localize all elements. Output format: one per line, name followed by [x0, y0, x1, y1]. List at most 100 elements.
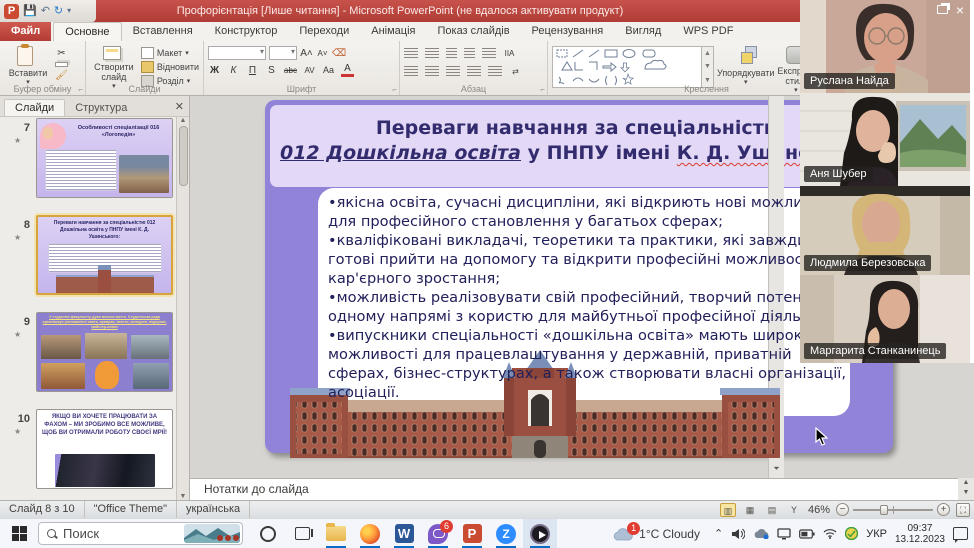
bullets-icon[interactable] [404, 48, 418, 59]
paragraph-dialog-launcher[interactable]: ⌐ [540, 85, 545, 94]
reset-button[interactable]: Відновити [141, 61, 199, 73]
bold-icon[interactable]: Ж [208, 64, 221, 77]
scroll-down-icon[interactable]: ▼ [180, 493, 187, 500]
zoom-out-icon[interactable]: − [836, 503, 849, 516]
notes-pane[interactable]: Нотатки до слайда [190, 478, 958, 500]
file-explorer-button[interactable] [319, 519, 353, 548]
paste-button[interactable]: Вставити▾ [4, 44, 52, 82]
scroll-thumb[interactable] [179, 126, 188, 186]
firefox-button[interactable] [353, 519, 387, 548]
change-case-icon[interactable]: Aa [322, 64, 335, 77]
zoom-button[interactable]: Z [489, 519, 523, 548]
zoom-level[interactable]: 46% [808, 504, 830, 516]
ribbon-tab-animations[interactable]: Анімація [360, 22, 426, 41]
fit-to-window-icon[interactable]: ⛶ [956, 503, 970, 517]
tab-slides[interactable]: Слайди [4, 99, 65, 116]
ribbon-tab-review[interactable]: Рецензування [521, 22, 615, 41]
wifi-icon[interactable] [823, 528, 837, 539]
battery-icon[interactable] [799, 529, 815, 539]
font-size-select[interactable] [269, 46, 297, 60]
clear-formatting-icon[interactable]: ⌫ [332, 47, 346, 60]
tab-outline[interactable]: Структура [65, 100, 137, 116]
italic-icon[interactable]: К [227, 64, 240, 77]
font-color-icon[interactable]: A [341, 64, 354, 77]
slide-sorter-icon[interactable]: ▦ [742, 503, 758, 517]
weather-widget[interactable]: 1 1°C Cloudy [608, 526, 704, 542]
word-button[interactable]: W [387, 519, 421, 548]
zoom-slider[interactable]: − + [836, 503, 950, 516]
powerpoint-logo-icon[interactable]: P [4, 4, 19, 19]
layout-button[interactable]: Макет▾ [141, 47, 199, 59]
align-right-icon[interactable] [446, 66, 460, 77]
arrange-button[interactable]: Упорядкувати▾ [717, 44, 774, 82]
viber-button[interactable]: 6 [421, 519, 455, 548]
language-indicator[interactable]: українська [177, 501, 250, 518]
ribbon-tab-insert[interactable]: Вставлення [122, 22, 204, 41]
grow-font-icon[interactable]: A˄ [300, 47, 313, 60]
character-spacing-icon[interactable]: AV [303, 64, 316, 77]
close-icon[interactable]: × [956, 5, 964, 15]
volume-icon[interactable] [731, 528, 745, 540]
panel-close-icon[interactable]: ✕ [175, 100, 184, 113]
slide-8-thumbnail[interactable]: Переваги навчання за спеціальністю 012 Д… [36, 215, 173, 295]
onedrive-icon[interactable] [753, 528, 769, 539]
display-icon[interactable] [777, 528, 791, 540]
video-tile-4[interactable]: Маргарита Станканинець [800, 275, 970, 363]
ribbon-tab-wpspdf[interactable]: WPS PDF [672, 22, 744, 41]
search-highlight-image[interactable] [184, 524, 240, 543]
slide-bullets[interactable]: •якісна освіта, сучасні дисципліни, які … [328, 194, 852, 403]
convert-smartart-icon[interactable]: ⇄ [509, 65, 522, 78]
slide-title-box[interactable]: Переваги навчання за спеціальністю 012 Д… [270, 105, 888, 187]
cut-icon[interactable]: ✂ [55, 47, 68, 60]
strikethrough-icon[interactable]: abc [284, 64, 297, 77]
notes-scrollbar[interactable]: ▲▼ [958, 478, 974, 500]
save-icon[interactable]: 💾 [23, 4, 37, 18]
cortana-button[interactable] [251, 519, 285, 548]
gallery-view-icon[interactable] [937, 5, 948, 14]
zoom-in-icon[interactable]: + [937, 503, 950, 516]
powerpoint-button[interactable]: P [455, 519, 489, 548]
redo-icon[interactable]: ↻ [54, 4, 63, 18]
slides-panel-scrollbar[interactable]: ▲ ▼ [176, 117, 189, 500]
slide-10-thumbnail[interactable]: ЯКЩО ВИ ХОЧЕТЕ ПРАЦЮВАТИ ЗА ФАХОМ – МИ З… [36, 409, 173, 489]
shadow-icon[interactable]: S [265, 64, 278, 77]
tray-expand-icon[interactable]: ⌃ [714, 527, 723, 540]
normal-view-icon[interactable]: ▥ [720, 503, 736, 517]
start-button[interactable] [0, 519, 38, 548]
video-tile-3[interactable]: Людмила Березовська [800, 186, 970, 275]
task-view-button[interactable] [285, 519, 319, 548]
shapes-gallery[interactable] [552, 46, 702, 88]
undo-icon[interactable]: ↶ [41, 4, 50, 18]
line-spacing-icon[interactable] [482, 48, 496, 59]
justify-icon[interactable] [467, 66, 481, 77]
video-tile-2[interactable]: Аня Шубер [800, 93, 970, 186]
ribbon-tab-slideshow[interactable]: Показ слайдів [426, 22, 520, 41]
video-tile-1[interactable]: × Руслана Найда [800, 0, 970, 93]
antivirus-icon[interactable] [845, 527, 858, 540]
align-left-icon[interactable] [404, 66, 418, 77]
slide-9-thumbnail[interactable]: У студентів факультету дуже весело життя… [36, 312, 173, 392]
decrease-indent-icon[interactable] [446, 48, 457, 59]
underline-icon[interactable]: П [246, 64, 259, 77]
zoom-slider-thumb[interactable] [880, 505, 888, 515]
keyboard-language[interactable]: УКР [866, 528, 887, 540]
action-center-icon[interactable] [953, 527, 968, 540]
font-name-select[interactable] [208, 46, 266, 60]
numbering-icon[interactable] [425, 48, 439, 59]
ribbon-tab-home[interactable]: Основне [53, 22, 121, 41]
current-slide[interactable]: Переваги навчання за спеціальністю 012 Д… [265, 100, 893, 453]
text-direction-icon[interactable]: ІІА [503, 47, 516, 60]
shrink-font-icon[interactable]: A˅ [316, 47, 329, 60]
increase-indent-icon[interactable] [464, 48, 475, 59]
shapes-gallery-scroll[interactable]: ▲▼▼ [702, 46, 714, 88]
slide-7-thumbnail[interactable]: Особливості спеціалізації 016 «Логопедія… [36, 118, 173, 198]
ribbon-tab-file[interactable]: Файл [0, 22, 51, 41]
ribbon-tab-view[interactable]: Вигляд [614, 22, 672, 41]
clipboard-dialog-launcher[interactable]: ⌐ [78, 85, 83, 94]
clock[interactable]: 09:37 13.12.2023 [895, 523, 945, 545]
media-player-button[interactable] [523, 519, 557, 548]
scroll-up-icon[interactable]: ▲ [180, 117, 187, 124]
slideshow-icon[interactable]: 𝖸 [786, 503, 802, 517]
search-box[interactable]: Поиск [38, 522, 243, 545]
new-slide-button[interactable]: Створити слайд▾ [90, 44, 138, 82]
